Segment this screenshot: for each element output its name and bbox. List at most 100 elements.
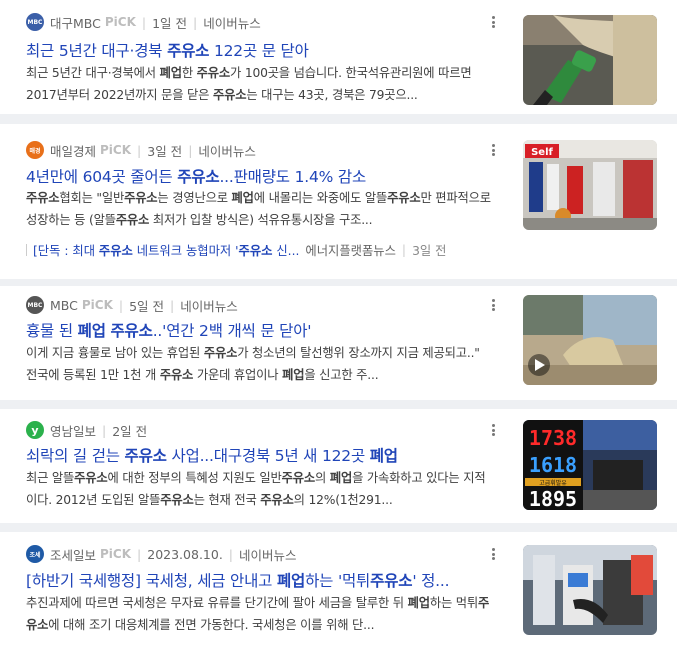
keyword-highlight: 폐업: [77, 322, 106, 340]
press-name[interactable]: MBC: [50, 298, 78, 313]
pick-badge: PiCK: [100, 547, 132, 561]
news-title[interactable]: 4년만에 604곳 줄어든 주유소...판매량도 1.4% 감소: [26, 165, 506, 187]
keyword-highlight: 폐업: [276, 572, 306, 590]
related-title[interactable]: [단독 : 최대 주유소 네트워크 농협마저 '주유소 신...: [33, 241, 299, 259]
keyword-highlight: 주유소: [124, 447, 167, 465]
press-logo-icon[interactable]: y: [26, 421, 44, 439]
source-row: MBC MBC PiCK | 5일 전 | 네이버뉴스: [26, 296, 238, 314]
news-time: 3일 전: [147, 143, 183, 159]
price-label: 고급휘발유: [539, 479, 567, 487]
keyword-highlight: 주유소: [281, 471, 316, 485]
news-description: 추진과제에 따르면 국세청은 무자료 유류를 단기간에 팔아 세금을 탈루한 뒤…: [26, 592, 494, 636]
text-segment: 4년만에 604곳 줄어든: [26, 168, 178, 186]
text-segment: 한: [181, 66, 197, 80]
source-row: 매경 매일경제 PiCK | 3일 전 | 네이버뉴스: [26, 141, 256, 159]
keyword-highlight: 주유소: [203, 346, 238, 360]
source-row: y 영남일보 | 2일 전: [26, 421, 147, 439]
news-card: MBC 대구MBC PiCK | 1일 전 | 네이버뉴스 최근 5년간 대구·…: [0, 0, 677, 114]
news-thumbnail[interactable]: [523, 15, 657, 105]
keyword-highlight: 주유소: [177, 168, 220, 186]
keyword-highlight: 주유소: [196, 66, 231, 80]
press-name[interactable]: 영남일보: [50, 421, 96, 440]
news-description: 주유소협회는 "일반주유소는 경영난으로 폐업에 내몰리는 와중에도 알뜰주유소…: [26, 187, 494, 231]
news-thumbnail[interactable]: [523, 295, 657, 385]
keyword-highlight: 주유소: [167, 42, 210, 60]
text-segment: 최근 5년간 대구·경북에서: [26, 66, 160, 80]
text-segment: [단독 : 최대: [33, 244, 99, 258]
related-source[interactable]: 에너지플랫폼뉴스: [305, 241, 396, 259]
text-segment: 는 경영난으로: [157, 191, 232, 205]
naver-news-link[interactable]: 네이버뉴스: [180, 296, 238, 315]
keyword-highlight: 주유소: [74, 471, 108, 485]
news-thumbnail[interactable]: [523, 545, 657, 635]
more-options-icon[interactable]: [489, 14, 497, 30]
keyword-highlight: 폐업: [329, 471, 353, 485]
more-options-icon[interactable]: [489, 142, 497, 158]
price-display: 1738: [529, 426, 577, 450]
naver-news-link[interactable]: 네이버뉴스: [239, 545, 297, 564]
text-segment: 사업...대구경북 5년 새 122곳: [166, 447, 370, 465]
text-segment: ...판매량도 1.4% 감소: [219, 168, 367, 186]
press-name[interactable]: 조세일보: [50, 545, 96, 564]
text-segment: 122곳 문 닫아: [209, 42, 309, 60]
keyword-highlight: 주유소: [387, 191, 421, 205]
text-segment: 최근 알뜰: [26, 471, 75, 485]
news-thumbnail[interactable]: 1738 1618 고급휘발유 1895: [523, 420, 657, 510]
naver-news-link[interactable]: 네이버뉴스: [203, 13, 261, 32]
news-title[interactable]: 흉물 된 폐업 주유소..'연간 2백 개씩 문 닫아': [26, 319, 506, 341]
keyword-highlight: 주유소: [260, 493, 294, 507]
related-bar: [26, 244, 27, 256]
news-title[interactable]: [하반기 국세행정] 국세청, 세금 안내고 폐업하는 '먹튀주유소' 정...: [26, 569, 506, 591]
more-options-icon[interactable]: [489, 422, 497, 438]
separator: |: [401, 243, 407, 257]
keyword-highlight: 주유소: [26, 191, 60, 205]
keyword-highlight: 주유소: [212, 88, 247, 102]
press-logo-icon[interactable]: MBC: [26, 13, 44, 31]
news-thumbnail[interactable]: Self: [523, 140, 657, 230]
keyword-highlight: 주유소: [370, 572, 413, 590]
text-segment: 쇠락의 길 걷는: [26, 447, 125, 465]
news-title[interactable]: 쇠락의 길 걷는 주유소 사업...대구경북 5년 새 122곳 폐업: [26, 444, 506, 466]
naver-news-link[interactable]: 네이버뉴스: [198, 141, 256, 160]
keyword-highlight: 폐업: [231, 191, 254, 205]
text-segment: ' 정...: [412, 572, 450, 590]
press-logo-icon[interactable]: 조세: [26, 545, 44, 563]
separator: |: [188, 142, 193, 158]
separator: |: [118, 297, 124, 313]
news-title[interactable]: 최근 5년간 대구·경북 주유소 122곳 문 닫아: [26, 39, 506, 61]
text-segment: 하는 '먹튀: [305, 572, 371, 590]
text-segment: 에 대한 정부의 특혜성 지원도 일반: [107, 471, 282, 485]
news-description: 최근 알뜰주유소에 대한 정부의 특혜성 지원도 일반주유소의 폐업을 가속화하…: [26, 467, 494, 511]
text-segment: 최근 5년간 대구·경북: [26, 42, 168, 60]
text-segment: 는 대구는 43곳, 경북은 79곳으...: [246, 88, 418, 102]
news-time: 2023.08.10.: [147, 546, 223, 562]
price-display: 1895: [529, 487, 577, 510]
press-name[interactable]: 매일경제: [50, 141, 96, 160]
press-logo-icon[interactable]: MBC: [26, 296, 44, 314]
news-time: 2일 전: [112, 423, 148, 439]
press-name[interactable]: 대구MBC: [50, 13, 101, 32]
keyword-highlight: 폐업: [369, 447, 398, 465]
related-news[interactable]: [단독 : 최대 주유소 네트워크 농협마저 '주유소 신... 에너지플랫폼뉴…: [26, 241, 496, 259]
text-segment: 최저가 입찰 방식은) 석유유통시장을 구조...: [149, 213, 373, 227]
keyword-highlight: 주유소: [160, 493, 194, 507]
more-options-icon[interactable]: [489, 297, 497, 313]
text-segment: 협회는 "일반: [59, 191, 125, 205]
press-logo-icon[interactable]: 매경: [26, 141, 44, 159]
separator: |: [141, 14, 147, 30]
text-segment: 추진과제에 따르면 국세청은 무자료 유류를 단기간에 팔아 세금을 탈루한 뒤: [26, 596, 408, 610]
keyword-highlight: 폐업: [407, 596, 430, 610]
separator: |: [170, 297, 175, 313]
text-segment: 을 신고한 주...: [304, 368, 379, 382]
news-list: MBC 대구MBC PiCK | 1일 전 | 네이버뉴스 최근 5년간 대구·…: [0, 0, 677, 646]
price-display: 1618: [529, 453, 577, 477]
keyword-highlight: 주유소: [98, 244, 133, 258]
more-options-icon[interactable]: [489, 546, 497, 562]
text-segment: ..'연간 2백 개씩 문 닫아': [152, 322, 312, 340]
separator: |: [137, 546, 142, 562]
text-segment: 신...: [272, 244, 300, 258]
text-segment: 흉물 된: [26, 322, 78, 340]
news-description: 이게 지금 흉물로 남아 있는 휴업된 주유소가 청소년의 탈선행위 장소까지 …: [26, 342, 494, 386]
keyword-highlight: 주유소: [115, 213, 150, 227]
text-segment: 는 현재 전국: [193, 493, 261, 507]
